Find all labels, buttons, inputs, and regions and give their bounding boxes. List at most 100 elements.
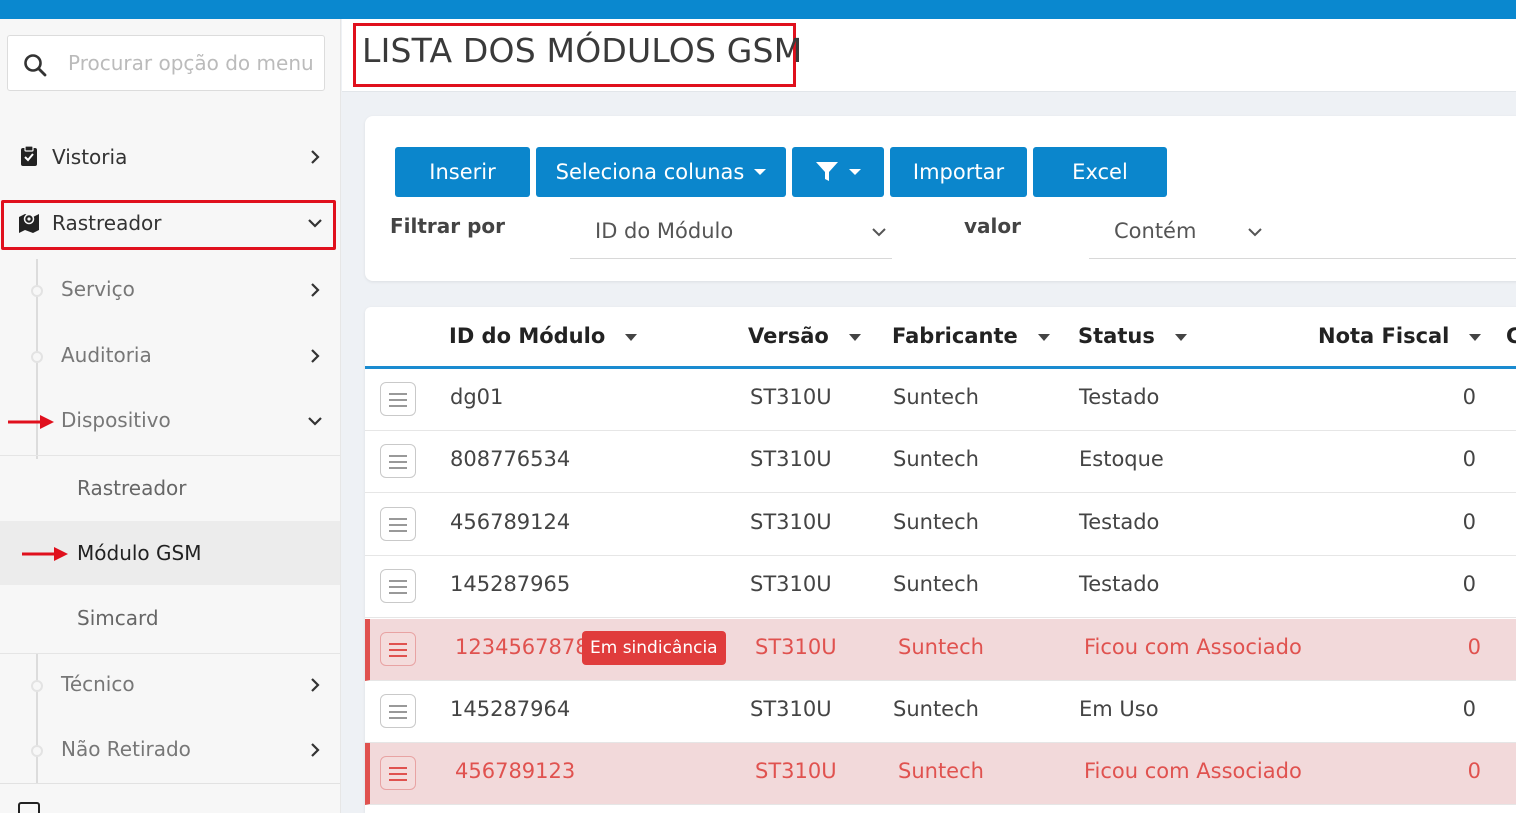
cell-nota-fiscal: 0	[1462, 447, 1476, 472]
column-header-versao[interactable]: Versão	[748, 324, 861, 348]
table-row[interactable]: 808776534 ST310U Suntech Estoque 0	[365, 431, 1516, 494]
row-menu-button[interactable]	[380, 694, 416, 728]
sidebar-leaf-simcard[interactable]: Simcard	[0, 586, 340, 650]
chevron-down-icon	[308, 219, 322, 228]
column-header-id[interactable]: ID do Módulo	[449, 324, 638, 348]
sort-caret-icon	[1174, 333, 1187, 341]
cell-fabricante: Suntech	[898, 634, 984, 659]
modules-table: ID do Módulo Versão Fabricante Status No…	[365, 307, 1516, 813]
row-menu-button[interactable]	[380, 569, 416, 604]
tree-dot	[31, 680, 43, 692]
row-menu-button[interactable]	[380, 444, 416, 479]
cell-id: 145287964	[450, 697, 571, 721]
cell-status: Testado	[1079, 385, 1160, 409]
chevron-right-icon	[311, 678, 320, 692]
column-header-label: Nota Fiscal	[1318, 324, 1450, 348]
cell-fabricante: Suntech	[893, 509, 979, 534]
top-bar	[0, 0, 1516, 19]
sidebar-item-rastreador[interactable]: Rastreador	[0, 191, 340, 255]
filter-field-select[interactable]: ID do Módulo	[570, 211, 892, 259]
cell-id: 1234567878	[455, 634, 589, 659]
excel-button-label: Excel	[1072, 160, 1128, 184]
column-header-label: Status	[1078, 324, 1155, 348]
cell-nota-fiscal: 0	[1462, 572, 1476, 597]
cell-fabricante: Suntech	[898, 759, 984, 784]
cell-nota-fiscal: 0	[1467, 634, 1481, 659]
cell-id: 456789123	[455, 759, 576, 784]
row-menu-button[interactable]	[380, 756, 416, 791]
column-header-label: Versão	[748, 324, 829, 348]
cell-status: Ficou com Associado	[1084, 634, 1302, 659]
cell-versao: ST310U	[750, 447, 832, 472]
select-columns-label: Seleciona colunas	[555, 160, 745, 184]
cell-nota-fiscal: 0	[1462, 509, 1476, 534]
row-menu-button[interactable]	[380, 631, 416, 666]
column-header-next[interactable]: C	[1506, 324, 1516, 348]
map-marker-icon	[19, 213, 39, 233]
table-row[interactable]: 456789124 ST310U Suntech Testado 0	[365, 494, 1516, 556]
cell-id: 456789124	[450, 509, 571, 534]
cell-nota-fiscal: 0	[1462, 697, 1476, 721]
sort-caret-icon	[1037, 333, 1050, 341]
sort-caret-icon	[1469, 333, 1482, 341]
caret-down-icon	[849, 169, 861, 175]
clipboard-check-icon	[21, 145, 37, 166]
insert-button[interactable]: Inserir	[395, 147, 530, 197]
insert-button-label: Inserir	[429, 160, 496, 184]
cell-nota-fiscal: 0	[1462, 385, 1476, 409]
table-header: ID do Módulo Versão Fabricante Status No…	[365, 307, 1516, 369]
cell-status: Estoque	[1079, 447, 1164, 472]
column-header-nota-fiscal[interactable]: Nota Fiscal	[1318, 324, 1482, 348]
column-header-fabricante[interactable]: Fabricante	[892, 324, 1050, 348]
table-row[interactable]: 456789123 ST310U Suntech Ficou com Associad…	[365, 743, 1516, 806]
column-header-label: ID do Módulo	[449, 324, 606, 348]
tree-dot	[31, 285, 43, 297]
chevron-down-icon	[872, 228, 886, 237]
sidebar-item-vistoria[interactable]: Vistoria	[0, 125, 340, 189]
cell-status: Testado	[1079, 572, 1160, 597]
chevron-down-icon	[1248, 228, 1262, 237]
import-button[interactable]: Importar	[890, 147, 1027, 197]
sidebar-subitem-label: Não Retirado	[61, 737, 191, 761]
column-header-label: Fabricante	[892, 324, 1018, 348]
value-label: valor	[964, 214, 1021, 238]
cell-fabricante: Suntech	[893, 697, 979, 721]
column-header-status[interactable]: Status	[1078, 324, 1187, 348]
row-menu-button[interactable]	[380, 506, 416, 541]
sidebar-subitem-servico[interactable]: Serviço	[0, 259, 340, 323]
chevron-right-icon	[311, 150, 320, 164]
table-row[interactable]: dg01 ST310U Suntech Testado 0	[365, 369, 1516, 431]
cell-id: 145287965	[450, 572, 571, 597]
red-arrow-annotation	[8, 415, 54, 429]
search-icon	[24, 54, 47, 77]
row-menu-button[interactable]	[380, 382, 416, 416]
sidebar-subitem-label: Técnico	[61, 672, 135, 696]
cell-versao: ST310U	[755, 634, 837, 659]
red-arrow-annotation	[22, 547, 68, 561]
select-columns-button[interactable]: Seleciona colunas	[536, 147, 786, 197]
sidebar-subitem-tecnico[interactable]: Técnico	[0, 654, 340, 718]
sidebar-item-label: Rastreador	[52, 211, 162, 235]
cell-id: 808776534	[450, 447, 571, 472]
table-row[interactable]: 1234567878 Em sindicância ST310U Suntech Fic…	[365, 618, 1516, 681]
sidebar-leaf-label: Simcard	[77, 606, 159, 630]
menu-search-input[interactable]	[68, 46, 323, 80]
sidebar-leaf-label: Rastreador	[77, 476, 187, 500]
column-header-label: C	[1506, 324, 1516, 348]
sort-caret-icon	[625, 333, 638, 341]
excel-button[interactable]: Excel	[1033, 147, 1167, 197]
sidebar-subitem-nao-retirado[interactable]: Não Retirado	[0, 719, 340, 783]
import-button-label: Importar	[912, 160, 1005, 184]
table-row[interactable]: 145287964 ST310U Suntech Em Uso 0	[365, 681, 1516, 743]
sidebar-leaf-rastreador[interactable]: Rastreador	[0, 456, 340, 520]
filter-operator-select[interactable]: Contém	[1089, 211, 1516, 259]
status-badge: Em sindicância	[582, 630, 726, 665]
sidebar: Vistoria Rastreador Serviço Auditoria Di…	[0, 19, 341, 813]
table-row[interactable]: 145287965 ST310U Suntech Testado 0	[365, 556, 1516, 619]
sidebar-subitem-label: Dispositivo	[61, 408, 171, 432]
filter-button[interactable]	[792, 147, 884, 197]
sidebar-subitem-auditoria[interactable]: Auditoria	[0, 325, 340, 389]
cell-status: Em Uso	[1079, 697, 1159, 721]
cell-nota-fiscal: 0	[1467, 759, 1481, 784]
sidebar-next-item	[0, 783, 340, 813]
